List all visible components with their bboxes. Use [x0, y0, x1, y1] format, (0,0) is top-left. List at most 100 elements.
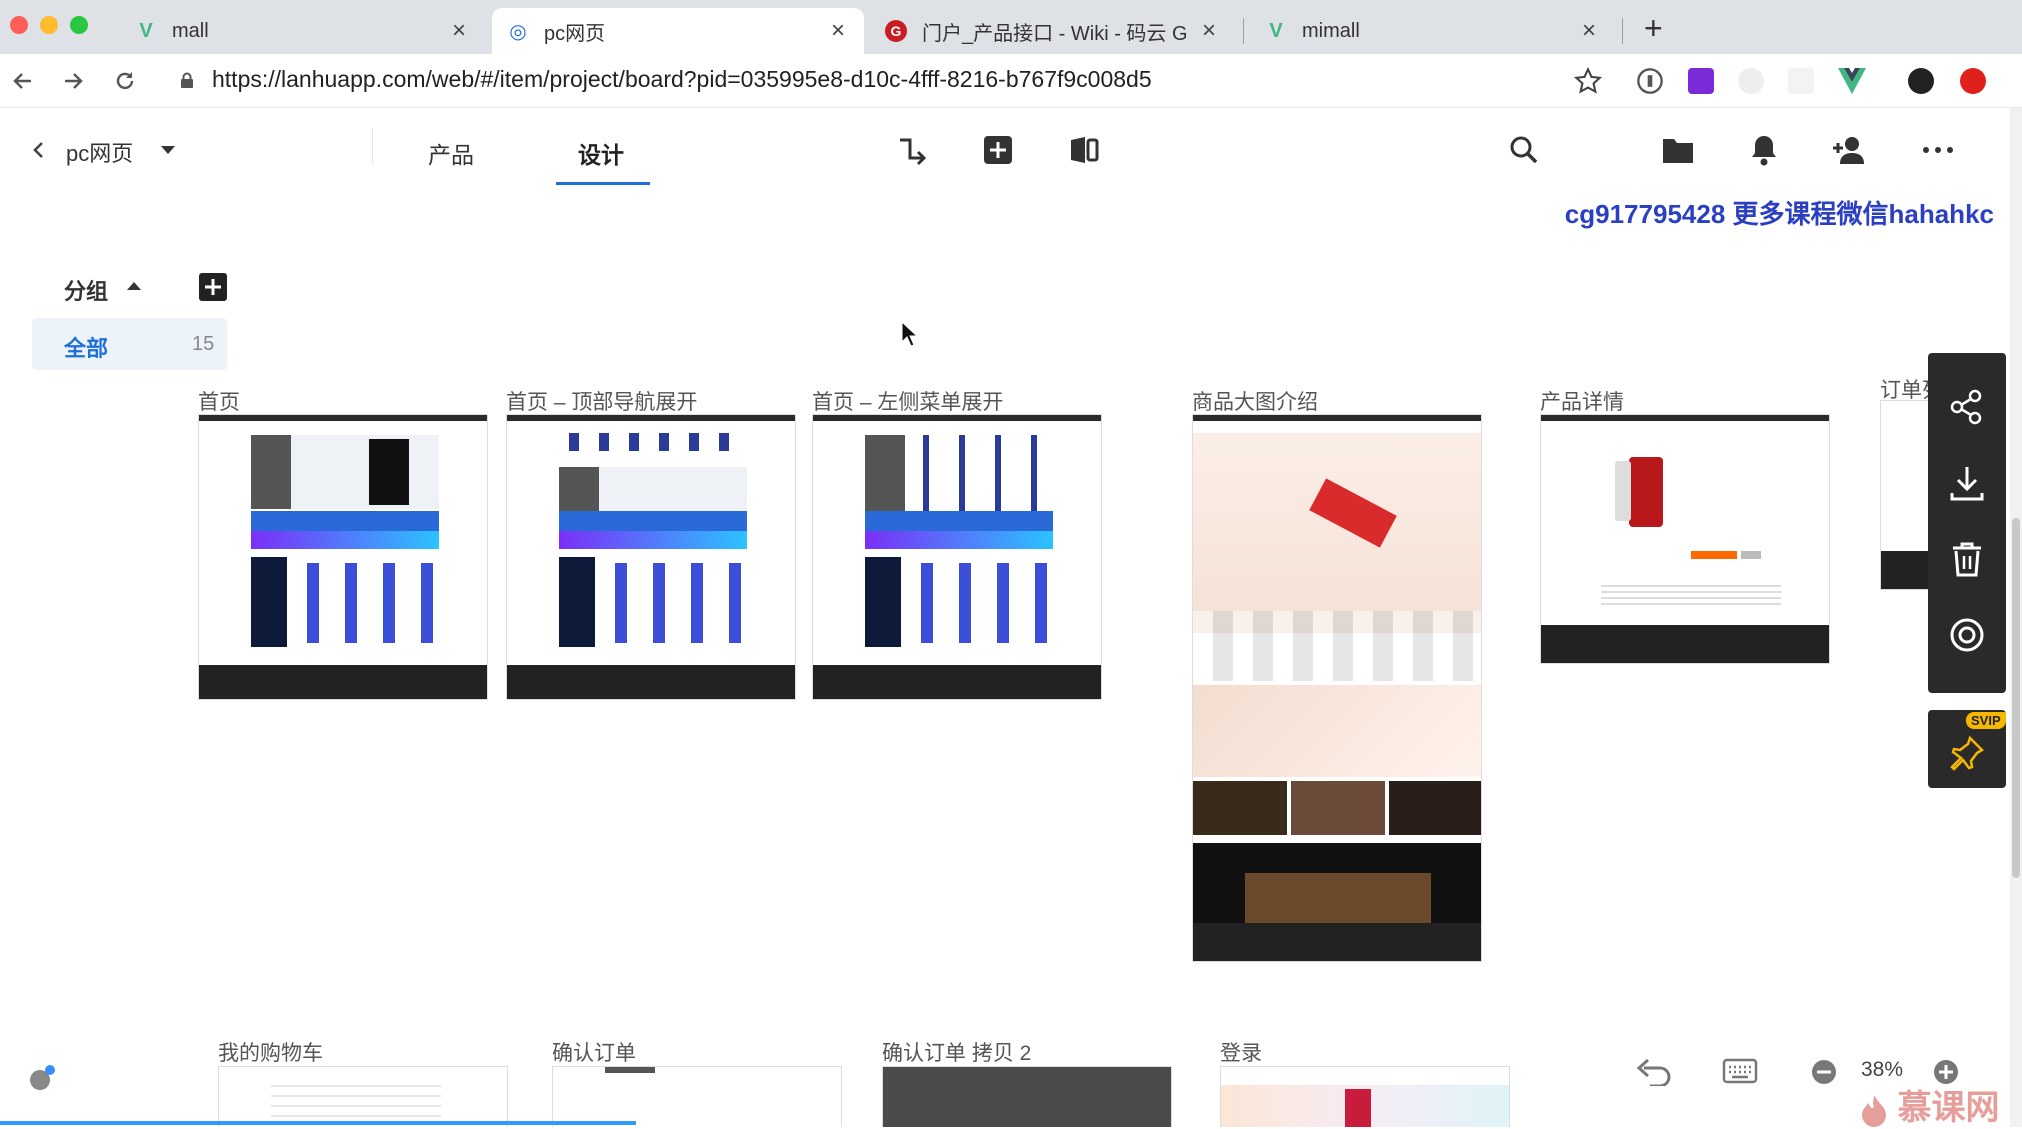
- extension-panda-icon[interactable]: [1738, 68, 1764, 94]
- target-icon[interactable]: [1947, 615, 1987, 655]
- pin-icon: [1950, 735, 1985, 771]
- board-title[interactable]: 首页: [198, 386, 240, 416]
- more-dots-icon: [1923, 147, 1953, 153]
- reload-icon: [116, 72, 134, 90]
- tab-close-button[interactable]: ×: [1197, 17, 1221, 45]
- address-bar[interactable]: https://lanhuapp.com/web/#/item/project/…: [212, 66, 1152, 93]
- tab-separator: [1243, 18, 1244, 44]
- zoom-out-button[interactable]: [1810, 1058, 1838, 1086]
- vertical-scrollbar[interactable]: [2010, 108, 2022, 1127]
- add-board-button[interactable]: [980, 132, 1016, 168]
- tab-title: mimall: [1302, 19, 1360, 42]
- tab-title: 门户_产品接口 - Wiki - 码云 Gitee: [922, 22, 1187, 45]
- group-item-all[interactable]: 全部 15: [32, 318, 227, 370]
- preview-button[interactable]: [1066, 132, 1102, 168]
- imooc-logo: 慕课网: [1860, 1080, 1999, 1129]
- invite-member-button[interactable]: [1832, 132, 1868, 168]
- project-name[interactable]: pc网页: [66, 136, 133, 168]
- board-title[interactable]: 登录: [1220, 1037, 1262, 1067]
- arrow-left-icon: [13, 73, 31, 89]
- cursor-icon: [901, 321, 919, 347]
- board-thumbnail-home-nav[interactable]: [506, 414, 796, 700]
- back-button[interactable]: [6, 64, 40, 98]
- board-title[interactable]: 产品详情: [1540, 386, 1624, 416]
- board-title[interactable]: 商品大图介绍: [1192, 386, 1318, 416]
- search-icon: [1510, 136, 1538, 164]
- browser-tab-pc[interactable]: ◎ pc网页 ×: [492, 8, 864, 54]
- undo-icon[interactable]: [1636, 1058, 1672, 1086]
- reload-button[interactable]: [108, 64, 142, 98]
- board-thumbnail-home[interactable]: [198, 414, 488, 700]
- app-header: pc网页 产品 设计: [0, 108, 2022, 192]
- board-thumbnail-confirm-order-copy[interactable]: [882, 1066, 1172, 1127]
- caret-up-icon[interactable]: [126, 280, 142, 292]
- tab-product[interactable]: 产品: [428, 136, 474, 170]
- gitee-icon: G: [884, 19, 908, 43]
- browser-tab-mimall[interactable]: V mimall ×: [1250, 8, 1615, 54]
- extension-update-icon[interactable]: [1960, 68, 1986, 94]
- browser-tab-bar: V mall × ◎ pc网页 × G 门户_产品接口 - Wiki - 码云 …: [0, 0, 2022, 54]
- new-tab-button[interactable]: +: [1644, 10, 1663, 47]
- scrollbar-thumb[interactable]: [2012, 518, 2020, 878]
- board-thumbnail-cart[interactable]: [218, 1066, 508, 1127]
- presentation-icon: [1071, 137, 1099, 163]
- page-load-progress: [0, 1121, 636, 1125]
- browser-nav-bar: https://lanhuapp.com/web/#/item/project/…: [0, 54, 2022, 108]
- tab-close-button[interactable]: ×: [1577, 17, 1601, 45]
- add-group-button[interactable]: [198, 272, 228, 302]
- more-button[interactable]: [1920, 132, 1956, 168]
- folder-icon: [1663, 139, 1693, 163]
- vue-devtools-icon[interactable]: [1838, 68, 1866, 94]
- board-title[interactable]: 确认订单 拷贝 2: [882, 1037, 1031, 1067]
- maximize-window-button[interactable]: [70, 16, 88, 34]
- board-title[interactable]: 确认订单: [552, 1037, 636, 1067]
- extension-rp-icon[interactable]: [1688, 68, 1714, 94]
- forward-button[interactable]: [56, 64, 90, 98]
- group-item-label: 全部: [64, 336, 109, 361]
- zoom-level[interactable]: 38%: [1861, 1058, 1903, 1082]
- connector-icon: [900, 138, 927, 166]
- minimize-window-button[interactable]: [40, 16, 58, 34]
- vue-icon: V: [1269, 19, 1283, 42]
- tab-close-button[interactable]: ×: [826, 17, 850, 45]
- board-thumbnail-login[interactable]: [1220, 1066, 1510, 1127]
- active-tab-indicator: [556, 182, 650, 185]
- extension-grid-icon[interactable]: [1788, 68, 1814, 94]
- chevron-left-icon[interactable]: [30, 140, 48, 160]
- board-title[interactable]: 首页 – 左侧菜单展开: [812, 386, 1003, 416]
- close-window-button[interactable]: [10, 16, 28, 34]
- lanhu-icon: ◎: [509, 20, 527, 43]
- flow-button[interactable]: [894, 132, 930, 168]
- extension-info-icon[interactable]: [1636, 67, 1664, 95]
- profile-avatar[interactable]: [1908, 68, 1934, 94]
- flame-icon: [1862, 1095, 1886, 1128]
- tab-separator: [1622, 18, 1623, 44]
- plus-square-icon: [984, 136, 1012, 164]
- bookmark-star-icon[interactable]: [1574, 67, 1602, 95]
- folder-button[interactable]: [1660, 132, 1696, 168]
- board-thumbnail-product-intro[interactable]: [1192, 414, 1482, 962]
- tab-title: pc网页: [544, 22, 606, 45]
- notifications-button[interactable]: [1746, 132, 1782, 168]
- tab-design[interactable]: 设计: [578, 136, 624, 170]
- browser-tab-gitee[interactable]: G 门户_产品接口 - Wiki - 码云 Gitee ×: [870, 8, 1235, 54]
- board-thumbnail-home-menu[interactable]: [812, 414, 1102, 700]
- download-icon[interactable]: [1947, 463, 1987, 503]
- board-thumbnail-confirm-order[interactable]: [552, 1066, 842, 1127]
- caret-down-icon[interactable]: [160, 144, 176, 156]
- board-title[interactable]: 我的购物车: [218, 1037, 323, 1067]
- group-label: 分组: [64, 279, 109, 304]
- board-title[interactable]: 首页 – 顶部导航展开: [506, 386, 697, 416]
- keyboard-icon[interactable]: [1722, 1058, 1758, 1084]
- group-item-count: 15: [192, 333, 215, 355]
- browser-tab-mall[interactable]: V mall ×: [120, 8, 485, 54]
- tab-title: mall: [172, 19, 209, 42]
- trash-icon[interactable]: [1947, 539, 1987, 579]
- share-icon[interactable]: [1947, 387, 1987, 427]
- help-bot-icon[interactable]: [26, 1064, 56, 1094]
- pin-tool[interactable]: SVIP: [1928, 710, 2006, 788]
- tab-close-button[interactable]: ×: [447, 17, 471, 45]
- right-toolbar: [1928, 353, 2006, 693]
- search-button[interactable]: [1506, 132, 1542, 168]
- board-thumbnail-product-detail[interactable]: [1540, 414, 1830, 664]
